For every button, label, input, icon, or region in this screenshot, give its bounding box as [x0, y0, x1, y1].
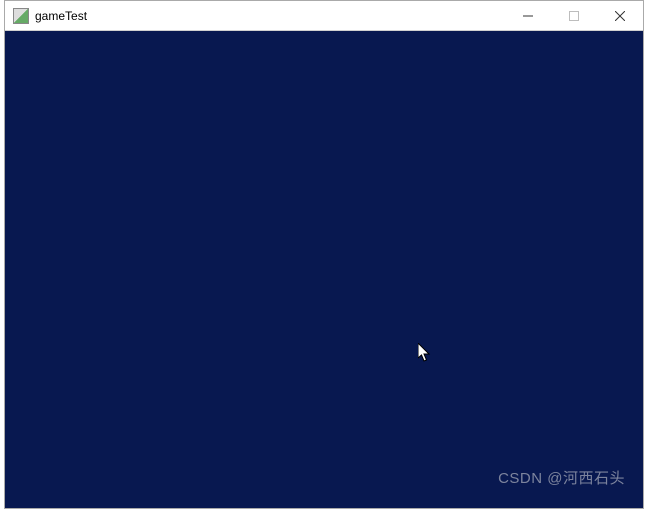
minimize-button[interactable] [505, 1, 551, 30]
titlebar[interactable]: gameTest [5, 1, 643, 31]
maximize-icon [569, 11, 579, 21]
maximize-button[interactable] [551, 1, 597, 30]
watermark-text: CSDN @河西石头 [498, 467, 625, 488]
window-title: gameTest [35, 9, 87, 23]
minimize-icon [523, 11, 533, 21]
client-area[interactable]: CSDN @河西石头 [5, 31, 643, 508]
window-controls [505, 1, 643, 30]
close-button[interactable] [597, 1, 643, 30]
mouse-cursor-icon [418, 343, 432, 368]
app-icon [13, 8, 29, 24]
close-icon [615, 11, 625, 21]
application-window: gameTest [4, 0, 644, 509]
